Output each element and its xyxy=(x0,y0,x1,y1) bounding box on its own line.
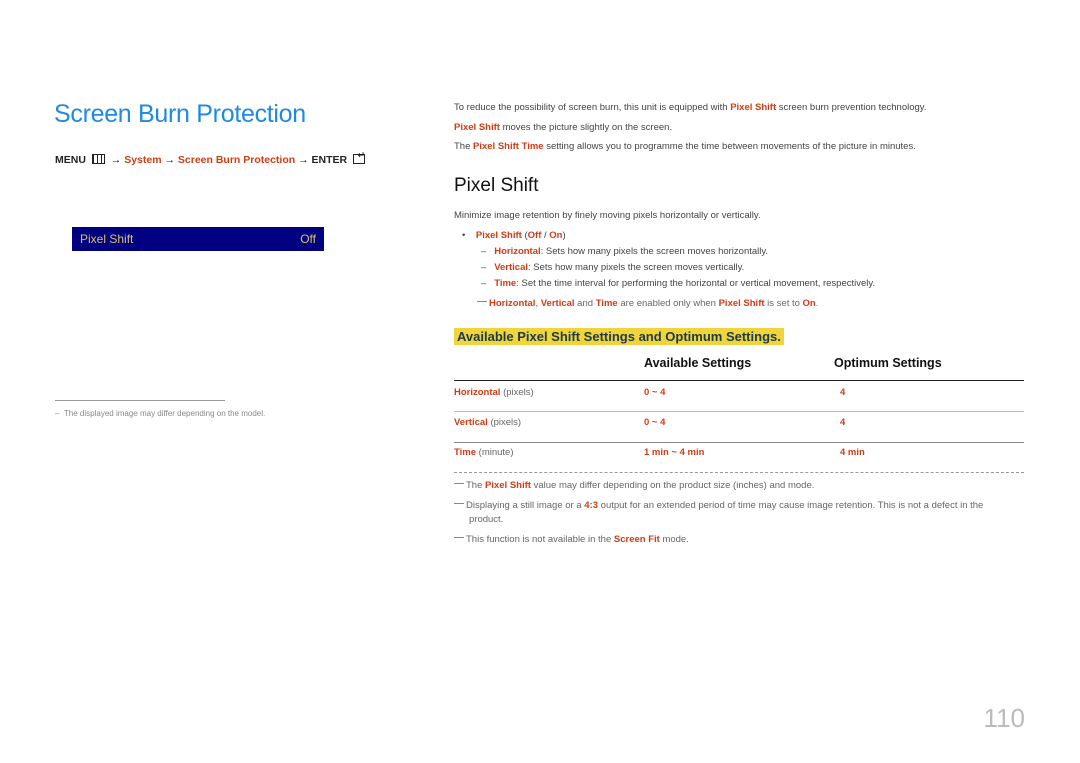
dash-icon: – xyxy=(55,409,64,418)
row-divider xyxy=(454,442,1024,443)
sub-item-horizontal: – Horizontal: Sets how many pixels the s… xyxy=(481,246,769,257)
osd-value: Off xyxy=(300,232,316,246)
arrow: → xyxy=(164,154,175,166)
cell-available: 1 min ~ 4 min xyxy=(644,447,705,458)
cell-available: 0 ~ 4 xyxy=(644,417,666,428)
note-icon xyxy=(477,301,487,302)
row-divider xyxy=(454,411,1024,412)
note-icon xyxy=(454,503,464,504)
enabled-note: Horizontal, Vertical and Time are enable… xyxy=(477,298,818,309)
page-title: Screen Burn Protection xyxy=(54,100,306,128)
note-2-cont: product. xyxy=(469,514,504,525)
dash-icon: – xyxy=(481,278,495,289)
table-header-rule xyxy=(454,380,1024,381)
note-2: Displaying a still image or a 4:3 output… xyxy=(454,500,983,511)
bullet-icon: • xyxy=(462,230,476,241)
footnote-divider xyxy=(55,400,225,401)
intro-paragraph-3: The Pixel Shift Time setting allows you … xyxy=(454,141,916,152)
arrow: → xyxy=(110,154,122,166)
osd-label: Pixel Shift xyxy=(80,232,134,246)
cell-available: 0 ~ 4 xyxy=(644,387,666,398)
note-3: This function is not available in the Sc… xyxy=(454,534,689,545)
menu-icon xyxy=(91,154,105,164)
intro-paragraph-2: Pixel Shift moves the picture slightly o… xyxy=(454,122,673,133)
note-icon xyxy=(454,537,464,538)
note-1: The Pixel Shift value may differ dependi… xyxy=(454,480,814,491)
intro-paragraph-1: To reduce the possibility of screen burn… xyxy=(454,102,927,113)
cell-optimum: 4 xyxy=(840,387,846,398)
section-heading: Pixel Shift xyxy=(454,175,539,196)
section-description: Minimize image retention by finely movin… xyxy=(454,210,761,221)
menu-screen-burn-protection: Screen Burn Protection xyxy=(177,154,296,166)
note-icon xyxy=(454,483,464,484)
arrow: → xyxy=(298,154,309,166)
menu-label: MENU xyxy=(55,154,86,166)
col-header-optimum: Optimum Settings xyxy=(834,356,942,370)
table-title: Available Pixel Shift Settings and Optim… xyxy=(454,328,784,345)
col-header-available: Available Settings xyxy=(644,356,752,370)
menu-system: System xyxy=(124,154,162,166)
sub-item-time: – Time: Set the time interval for perfor… xyxy=(481,278,876,289)
table-bottom-rule xyxy=(454,472,1024,473)
footnote: – The displayed image may differ dependi… xyxy=(55,409,266,418)
enter-icon xyxy=(353,150,366,164)
menu-path: MENU → System → Screen Burn Protection →… xyxy=(55,150,366,166)
dash-icon: – xyxy=(481,262,495,273)
osd-pixel-shift-item[interactable]: Pixel Shift Off xyxy=(72,227,324,251)
dash-icon: – xyxy=(481,246,495,257)
cell-optimum: 4 xyxy=(840,417,846,428)
bullet-pixel-shift: • Pixel Shift (Off / On) xyxy=(462,230,566,241)
cell-optimum: 4 min xyxy=(840,447,865,458)
enter-label: ENTER xyxy=(311,154,348,166)
sub-item-vertical: – Vertical: Sets how many pixels the scr… xyxy=(481,262,745,273)
page-number: 110 xyxy=(983,703,1025,733)
